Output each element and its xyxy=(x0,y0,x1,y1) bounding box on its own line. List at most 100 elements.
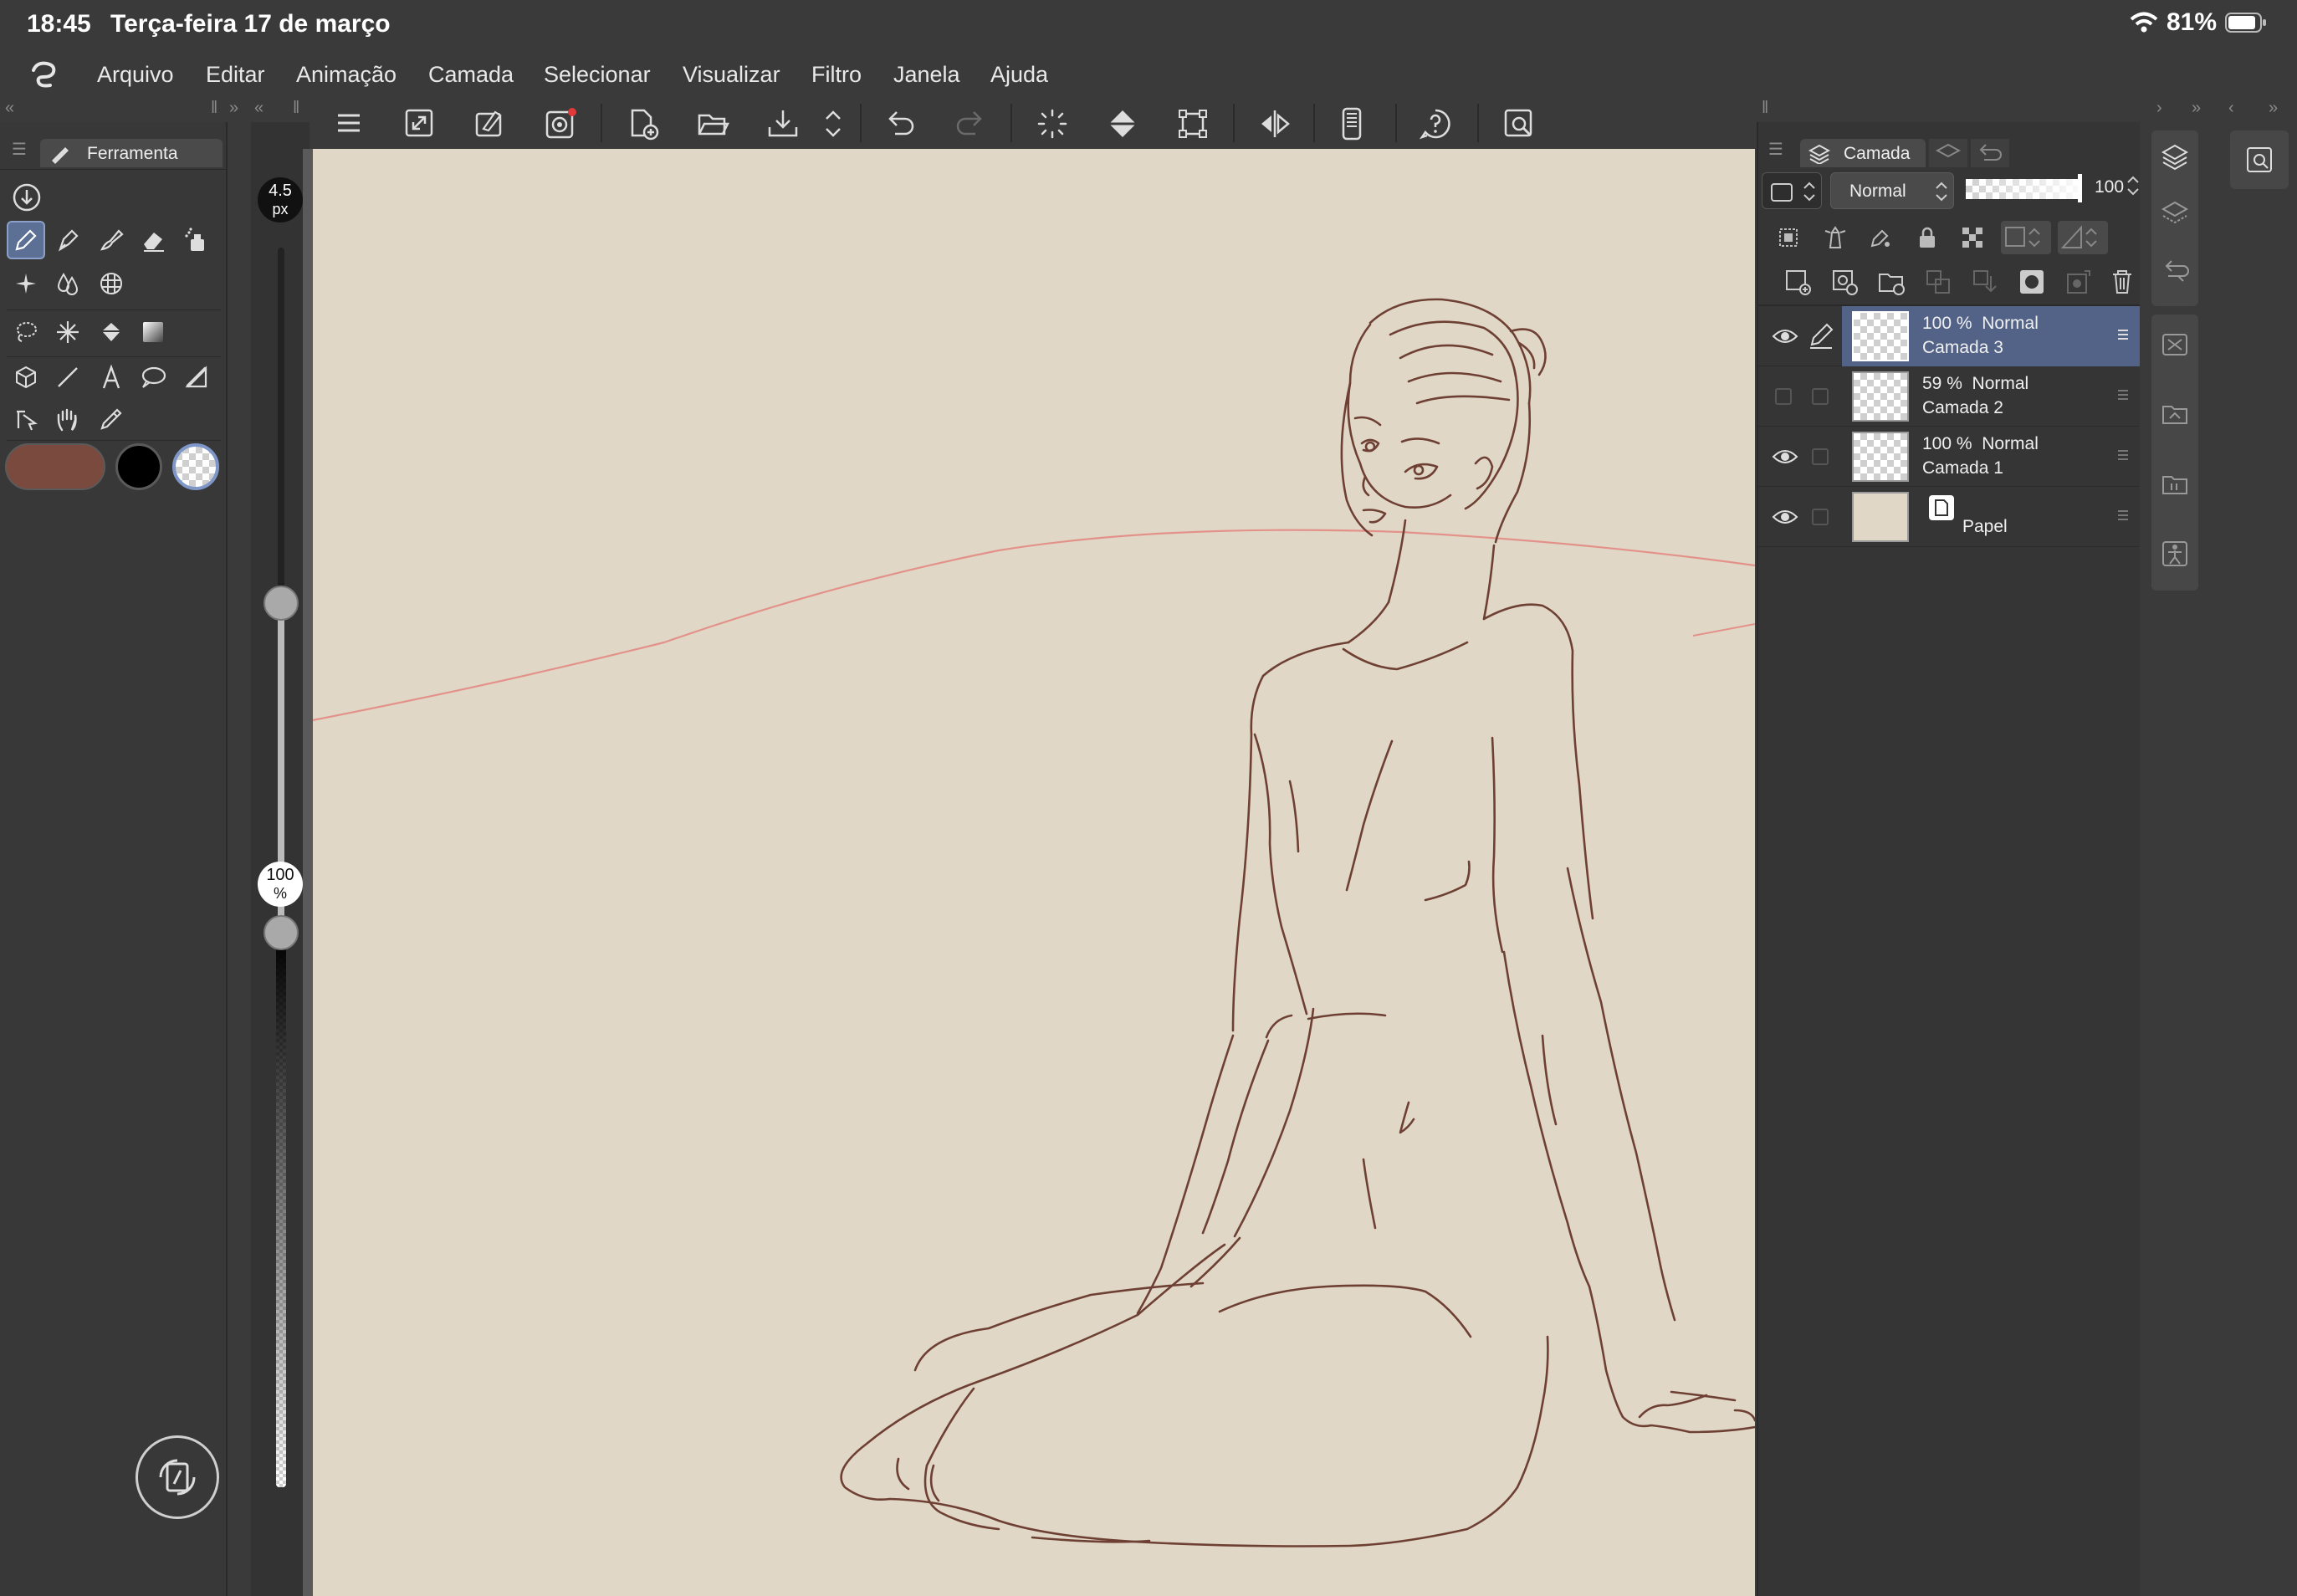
expand-right-icon[interactable]: » xyxy=(229,99,238,118)
canvas-search-icon[interactable] xyxy=(1502,107,1536,141)
layer-handle-icon[interactable] xyxy=(2116,448,2130,462)
layer-handle-icon[interactable] xyxy=(2116,328,2130,341)
help-icon[interactable] xyxy=(1419,107,1452,141)
menu-janela[interactable]: Janela xyxy=(893,62,960,88)
3d-object-tool-button[interactable] xyxy=(7,358,45,396)
ruler-toggle[interactable] xyxy=(2058,221,2108,254)
lock-transparent-icon[interactable] xyxy=(1959,224,1986,251)
fill-bucket-icon[interactable] xyxy=(1106,107,1139,141)
new-vector-layer-icon[interactable] xyxy=(1830,268,1859,296)
delete-layer-icon[interactable] xyxy=(2108,268,2136,296)
grip-icon[interactable]: ‖ xyxy=(211,99,217,118)
redo-icon[interactable] xyxy=(954,107,987,141)
menu-editar[interactable]: Editar xyxy=(206,62,265,88)
save-icon[interactable] xyxy=(766,107,800,141)
menu-animacao[interactable]: Animação xyxy=(296,62,396,88)
layer-handle-icon[interactable] xyxy=(2116,388,2130,402)
hand-tool-button[interactable] xyxy=(49,400,87,438)
menu-camada[interactable]: Camada xyxy=(428,62,514,88)
undo-icon[interactable] xyxy=(883,107,917,141)
layer-row-papel[interactable]: Papel xyxy=(1758,487,2141,547)
expand-right-icon[interactable]: » xyxy=(2269,99,2278,118)
open-folder-icon[interactable] xyxy=(696,107,729,141)
opacity-slider-handle[interactable] xyxy=(2078,174,2082,202)
panel-menu-icon[interactable]: ☰ xyxy=(1768,139,1783,160)
lasso-tool-button[interactable] xyxy=(7,313,45,351)
material-palette-icon[interactable] xyxy=(2160,330,2190,360)
brush-tool-button[interactable] xyxy=(92,221,130,259)
menu-ajuda[interactable]: Ajuda xyxy=(990,62,1048,88)
grip-icon[interactable]: ‖ xyxy=(1762,99,1768,118)
menu-selecionar[interactable]: Selecionar xyxy=(544,62,651,88)
navigator-palette-button[interactable] xyxy=(2230,130,2289,189)
operation-tool-button[interactable] xyxy=(7,400,45,438)
brush-settings-icon[interactable] xyxy=(473,107,505,139)
fill-tool-button[interactable] xyxy=(92,313,130,351)
sub-color-chip[interactable] xyxy=(115,443,162,490)
brush-opacity-slider-handle[interactable] xyxy=(263,915,299,950)
pencil-tool-button[interactable] xyxy=(49,221,87,259)
eye-icon[interactable] xyxy=(1772,325,1798,348)
blend-tool-button[interactable] xyxy=(49,264,87,303)
collapse-left-icon[interactable]: ‹ xyxy=(2228,99,2234,118)
grid-tool-button[interactable] xyxy=(92,264,130,303)
transform-icon[interactable] xyxy=(1176,107,1210,141)
pen-edit-icon[interactable] xyxy=(1807,321,1835,350)
reference-layer-icon[interactable] xyxy=(1775,224,1802,251)
merge-down-icon[interactable] xyxy=(1971,268,1999,296)
new-raster-layer-icon[interactable] xyxy=(1783,268,1812,296)
tab-history[interactable] xyxy=(1971,139,2009,167)
auto-select-tool-button[interactable] xyxy=(49,313,87,351)
more-stepper-icon[interactable] xyxy=(823,109,843,139)
layer-mask-icon[interactable] xyxy=(2018,268,2046,296)
blend-mode-select[interactable]: Normal xyxy=(1830,172,1954,209)
tool-property-download-icon[interactable] xyxy=(12,182,42,212)
record-icon[interactable] xyxy=(544,107,577,141)
draft-layer-icon[interactable] xyxy=(1867,224,1894,251)
layer-opacity-slider[interactable] xyxy=(1966,179,2081,199)
panel-menu-icon[interactable]: ☰ xyxy=(12,139,27,160)
menu-filtro[interactable]: Filtro xyxy=(811,62,862,88)
main-color-chip[interactable] xyxy=(5,443,105,490)
stepper-icon[interactable] xyxy=(2126,174,2140,197)
clip-studio-logo-icon[interactable] xyxy=(28,59,62,92)
eye-icon[interactable] xyxy=(1772,505,1798,529)
clip-toggle[interactable] xyxy=(1762,172,1822,209)
lock-icon[interactable] xyxy=(1914,224,1941,251)
mask-toggle[interactable] xyxy=(2001,221,2051,254)
line-tool-button[interactable] xyxy=(49,358,87,396)
expand-right-icon[interactable]: › xyxy=(2156,99,2162,118)
transparent-color-chip[interactable] xyxy=(172,443,219,490)
eye-icon[interactable] xyxy=(1772,445,1798,468)
apply-mask-icon[interactable] xyxy=(2064,268,2093,296)
brush-size-slider-handle[interactable] xyxy=(263,586,299,621)
eraser-tool-button[interactable] xyxy=(134,221,172,259)
loading-spinner-icon[interactable] xyxy=(1036,107,1069,141)
tab-layer-property[interactable] xyxy=(1929,139,1967,167)
brush-opacity-track[interactable] xyxy=(276,935,286,1487)
drawing-canvas[interactable] xyxy=(313,149,1755,1596)
text-tool-button[interactable] xyxy=(92,358,130,396)
edge-keyboard-icon[interactable] xyxy=(1335,107,1368,141)
grip-icon[interactable]: ‖ xyxy=(293,99,299,118)
3d-pose-icon[interactable] xyxy=(2160,539,2190,569)
tab-camada[interactable]: Camada xyxy=(1800,139,1926,167)
lighthouse-icon[interactable] xyxy=(1822,224,1849,251)
layer-handle-icon[interactable] xyxy=(2116,509,2130,522)
fit-screen-icon[interactable] xyxy=(403,107,435,139)
collapse-left-icon[interactable]: « xyxy=(5,99,14,118)
layer-row-camada-3[interactable]: 100 % Normal Camada 3 xyxy=(1758,306,2141,366)
airbrush-tool-button[interactable] xyxy=(177,221,216,259)
expand-right-icon[interactable]: » xyxy=(2192,99,2201,118)
menu-visualizar[interactable]: Visualizar xyxy=(683,62,780,88)
tab-ferramenta[interactable]: Ferramenta xyxy=(40,139,223,167)
visibility-checkbox[interactable] xyxy=(1775,388,1792,405)
eyedropper-tool-button[interactable] xyxy=(92,400,130,438)
history-palette-icon[interactable] xyxy=(2160,256,2190,286)
material-image-icon[interactable] xyxy=(2160,468,2190,499)
balloon-tool-button[interactable] xyxy=(134,358,172,396)
decoration-tool-button[interactable] xyxy=(7,264,45,303)
new-folder-icon[interactable] xyxy=(1877,268,1906,296)
flip-horizontal-icon[interactable] xyxy=(1258,107,1292,141)
collapse-left-icon[interactable]: « xyxy=(254,99,263,118)
